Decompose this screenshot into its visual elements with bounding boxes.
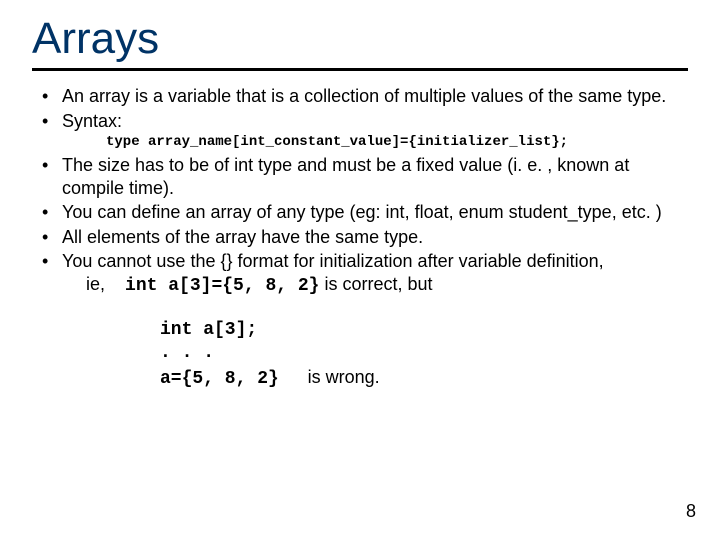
bullet-item: An array is a variable that is a collect… [32, 85, 688, 108]
bullet-list-2: The size has to be of int type and must … [32, 154, 688, 297]
wrong-label: is wrong. [308, 367, 380, 387]
bullet-tail: is correct, but [324, 274, 432, 294]
bullet-item: All elements of the array have the same … [32, 226, 688, 249]
slide-title: Arrays [32, 14, 688, 64]
slide: Arrays An array is a variable that is a … [0, 0, 720, 540]
bullet-text: You cannot use the {} format for initial… [62, 251, 604, 271]
bullet-item: The size has to be of int type and must … [32, 154, 688, 199]
bullet-list: An array is a variable that is a collect… [32, 85, 688, 132]
ie-label: ie, [86, 274, 105, 294]
bullet-item: You cannot use the {} format for initial… [32, 250, 688, 297]
code-text: a={5, 8, 2} [160, 369, 279, 389]
syntax-code: type array_name[int_constant_value]={ini… [106, 134, 688, 150]
bullet-item: You can define an array of any type (eg:… [32, 201, 688, 224]
bullet-item: Syntax: [32, 110, 688, 133]
title-underline [32, 68, 688, 71]
code-block: int a[3]; . . . a={5, 8, 2} is wrong. [160, 319, 688, 391]
page-number: 8 [686, 501, 696, 522]
code-line: int a[3]; [160, 319, 688, 342]
code-line: . . . [160, 342, 688, 365]
inline-code: int a[3]={5, 8, 2} [125, 276, 319, 296]
code-line: a={5, 8, 2} is wrong. [160, 366, 688, 391]
